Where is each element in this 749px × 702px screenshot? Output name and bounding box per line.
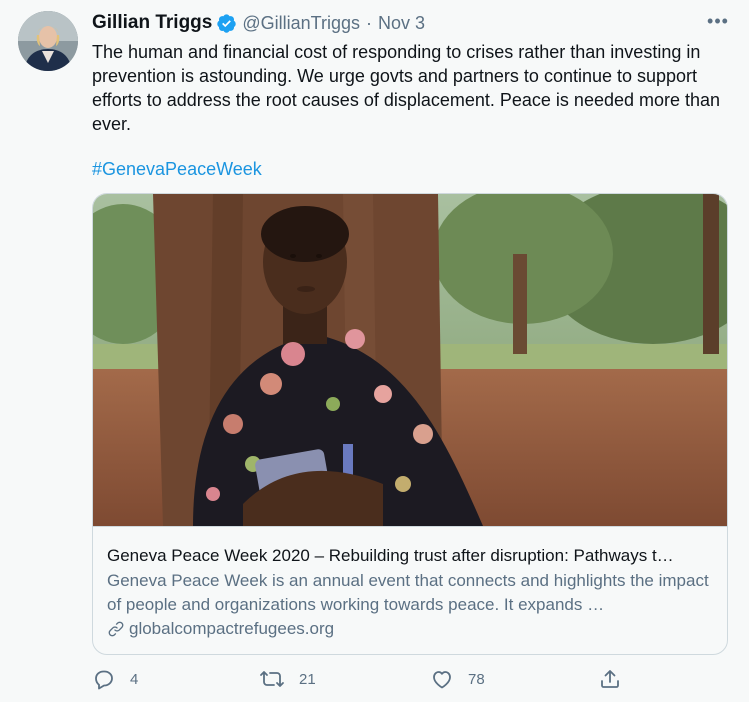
link-icon xyxy=(108,621,124,637)
card-image[interactable] xyxy=(93,194,727,526)
card-text-area[interactable]: Geneva Peace Week 2020 – Rebuilding trus… xyxy=(93,526,727,638)
like-count: 78 xyxy=(468,670,485,688)
heart-icon xyxy=(433,671,451,689)
tweet-text: The human and financial cost of respondi… xyxy=(92,42,721,134)
retweet-icon xyxy=(260,671,284,687)
card-domain-text: globalcompactrefugees.org xyxy=(129,619,335,638)
tweet-date[interactable]: Nov 3 xyxy=(378,13,425,34)
tweet-actions: 4 21 78 xyxy=(92,664,652,694)
link-card[interactable]: Geneva Peace Week 2020 – Rebuilding trus… xyxy=(92,193,728,655)
retweet-button[interactable]: 21 xyxy=(259,664,316,694)
hashtag-link[interactable]: #GenevaPeaceWeek xyxy=(92,159,262,180)
more-options-icon[interactable]: ••• xyxy=(705,10,731,32)
card-description: Geneva Peace Week is an annual event tha… xyxy=(107,571,709,614)
display-name[interactable]: Gillian Triggs xyxy=(92,12,212,34)
share-button[interactable] xyxy=(598,664,622,694)
reply-count: 4 xyxy=(130,670,139,688)
reply-icon xyxy=(95,670,113,690)
tweet-header: Gillian Triggs @GillianTriggs · Nov 3 xyxy=(92,12,425,34)
avatar-photo xyxy=(18,11,78,71)
like-button[interactable]: 78 xyxy=(430,664,485,694)
reply-button[interactable]: 4 xyxy=(92,664,138,694)
share-icon xyxy=(601,670,619,688)
avatar[interactable] xyxy=(18,11,78,71)
verified-badge-icon xyxy=(216,13,237,34)
separator-dot: · xyxy=(366,12,372,33)
card-domain: globalcompactrefugees.org xyxy=(107,618,334,640)
card-title: Geneva Peace Week 2020 – Rebuilding trus… xyxy=(107,546,674,565)
tweet[interactable]: Gillian Triggs @GillianTriggs · Nov 3 ••… xyxy=(0,0,749,702)
retweet-count: 21 xyxy=(299,670,316,688)
user-handle[interactable]: @GillianTriggs xyxy=(242,13,360,34)
